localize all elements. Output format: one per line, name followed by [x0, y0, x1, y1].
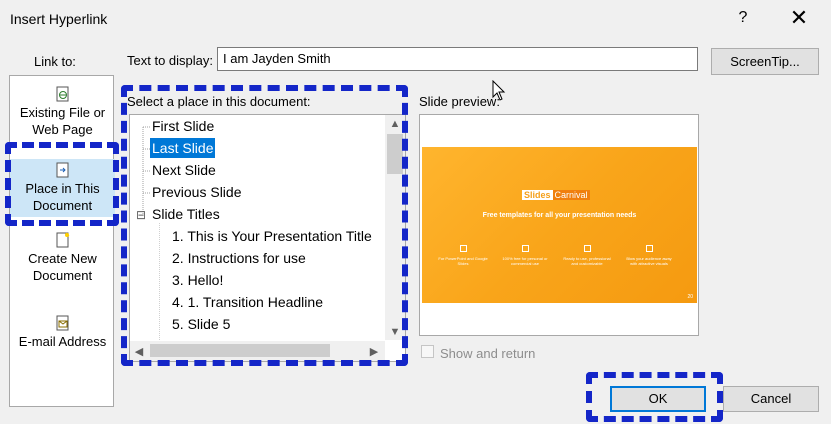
slide-preview-image: Slides Carnival Free templates for all yo…: [422, 147, 697, 303]
tree-item-slide-5[interactable]: 5. Slide 5: [172, 314, 230, 334]
slide-col-2-icon: [521, 245, 529, 252]
link-to-panel: Existing File or Web Page Place in This …: [9, 75, 115, 407]
scroll-left-icon[interactable]: ◀: [131, 345, 147, 358]
slide-column-3: Ready to use, professional and customiza…: [562, 245, 612, 266]
link-to-label: Link to:: [34, 54, 76, 69]
new-document-icon: [56, 232, 69, 248]
document-place-icon: [56, 162, 68, 178]
dialog-title: Insert Hyperlink: [10, 11, 108, 27]
tree-item-slide-3[interactable]: 3. Hello!: [172, 270, 223, 290]
tree-item-last-slide[interactable]: Last Slide: [150, 138, 216, 158]
text-to-display-input[interactable]: I am Jayden Smith: [217, 47, 698, 71]
screentip-button[interactable]: ScreenTip...: [711, 48, 819, 75]
link-to-email[interactable]: E-mail Address: [10, 315, 115, 355]
tree-item-next-slide[interactable]: Next Slide: [152, 160, 216, 180]
slide-col-1-icon: [459, 245, 467, 252]
scroll-right-icon[interactable]: ▶: [366, 345, 382, 358]
cancel-button[interactable]: Cancel: [723, 386, 819, 412]
close-button[interactable]: ✕: [784, 4, 814, 32]
slide-column-1: For PowerPoint and Google Slides: [438, 245, 488, 266]
slide-logo-part1: Slides: [522, 190, 553, 200]
tree-item-previous-slide[interactable]: Previous Slide: [152, 182, 242, 202]
slide-logo: Slides Carnival: [522, 190, 590, 200]
slide-column-4: Blow your audience away with attractive …: [624, 245, 674, 266]
globe-file-icon: [56, 86, 68, 102]
link-to-create-new-label: Create New Document: [28, 251, 97, 283]
scroll-down-icon[interactable]: ▼: [387, 326, 403, 338]
tree-vertical-scroll-thumb[interactable]: [387, 134, 403, 174]
tree-item-slide-titles[interactable]: Slide Titles: [152, 204, 220, 224]
slide-col-4-icon: [645, 245, 653, 252]
tree-item-slide-2[interactable]: 2. Instructions for use: [172, 248, 306, 268]
slide-logo-part2: Carnival: [552, 190, 590, 200]
slide-subtitle: Free templates for all your presentation…: [482, 212, 637, 219]
link-to-email-label: E-mail Address: [18, 334, 107, 349]
place-tree[interactable]: ⊟ First Slide Last Slide Next Slide Prev…: [129, 114, 406, 362]
slide-col-3-icon: [583, 245, 591, 252]
slide-titles-expander[interactable]: ⊟: [136, 205, 146, 225]
show-and-return-checkbox[interactable]: [421, 345, 434, 358]
select-place-label: Select a place in this document:: [127, 94, 311, 109]
slide-preview-label: Slide preview:: [419, 94, 500, 109]
slide-column-2: 100% free for personal or commercial use: [500, 245, 550, 266]
link-to-place-in-document[interactable]: Place in This Document: [10, 159, 115, 217]
show-and-return-label: Show and return: [440, 346, 536, 361]
tree-item-first-slide[interactable]: First Slide: [152, 116, 214, 136]
slide-column-1-text: For PowerPoint and Google Slides: [438, 256, 488, 266]
tree-horizontal-scroll-thumb[interactable]: [150, 344, 330, 357]
tree-item-slide-1[interactable]: 1. This is Your Presentation Title: [172, 226, 372, 246]
link-to-existing-file-label: Existing File or Web Page: [19, 105, 106, 137]
email-icon: [56, 315, 68, 331]
link-to-existing-file[interactable]: Existing File or Web Page: [10, 86, 115, 144]
link-to-create-new[interactable]: Create New Document: [10, 232, 115, 290]
scroll-up-icon[interactable]: ▲: [387, 118, 403, 130]
link-to-place-label: Place in This Document: [25, 181, 100, 213]
text-to-display-label: Text to display:: [127, 53, 213, 68]
help-button[interactable]: ?: [733, 6, 753, 30]
slide-column-2-text: 100% free for personal or commercial use: [502, 256, 548, 266]
ok-button[interactable]: OK: [610, 386, 706, 412]
slide-page-number: 20: [687, 294, 693, 300]
tree-item-slide-4[interactable]: 4. 1. Transition Headline: [172, 292, 323, 312]
slide-column-4-text: Blow your audience away with attractive …: [626, 256, 672, 266]
slide-column-3-text: Ready to use, professional and customiza…: [563, 256, 611, 266]
mouse-cursor-icon: [492, 80, 506, 101]
